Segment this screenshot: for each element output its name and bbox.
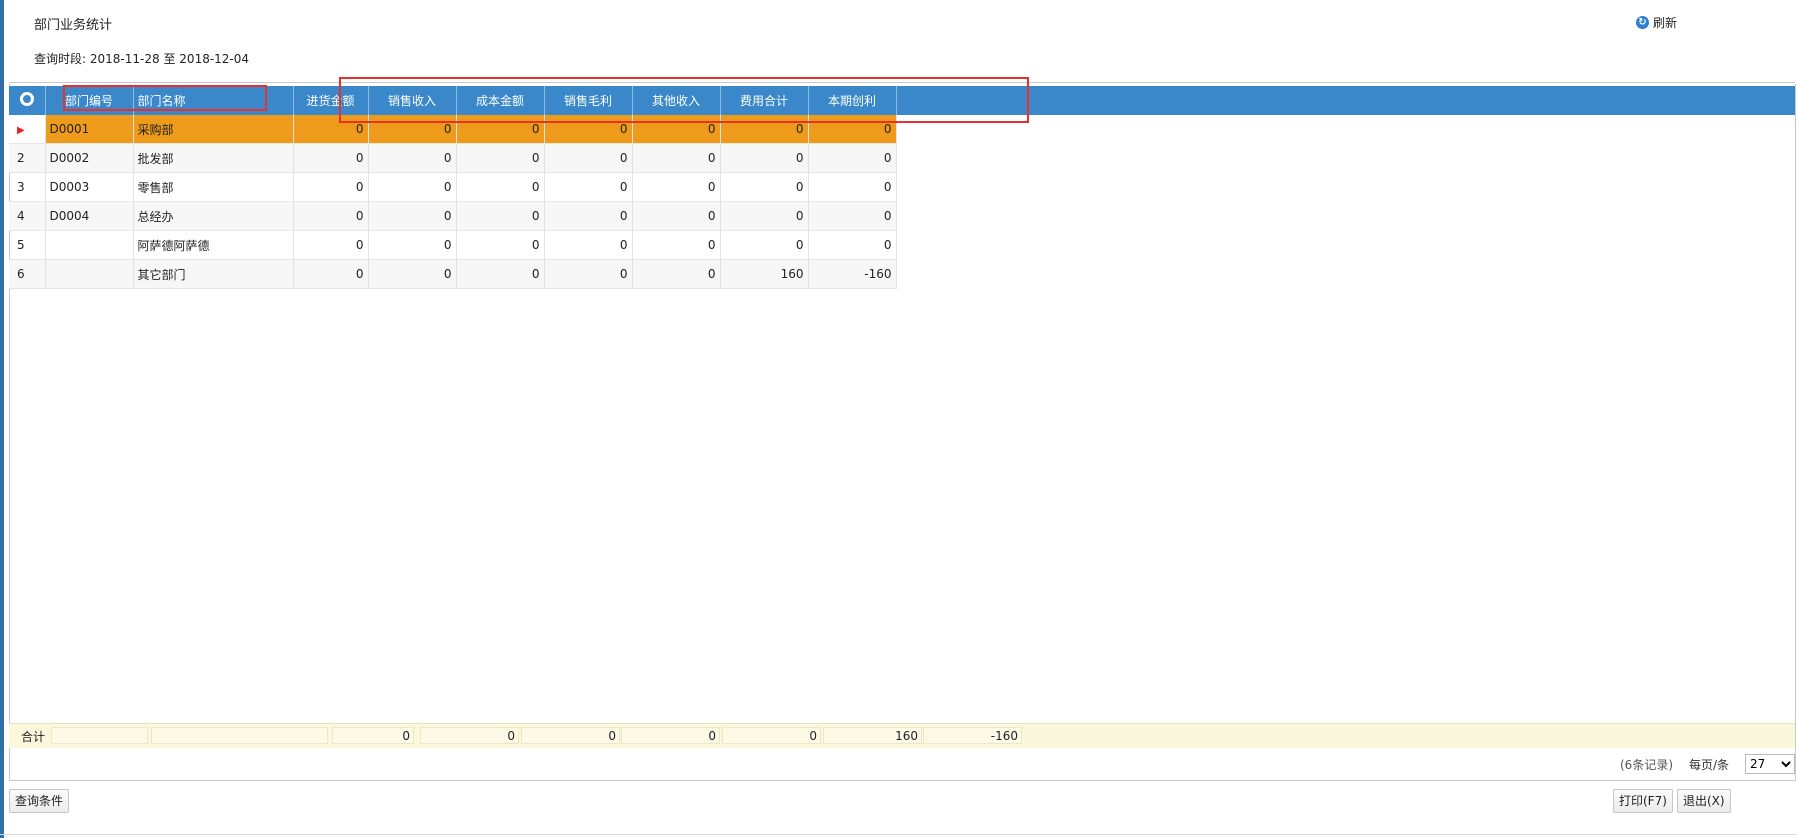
cell-value: 0 [293,201,369,231]
cell-value: 0 [544,230,633,260]
cell-value: 0 [456,259,545,289]
cell-dept-name: 批发部 [133,143,294,173]
cell-value: 0 [368,143,457,173]
cell-value: 0 [293,259,369,289]
cell-value: -160 [808,259,897,289]
per-page-label: 每页/条 [1689,757,1730,772]
totals-cell: 0 [521,727,620,744]
left-edge-strip [0,0,4,838]
cell-value: 0 [808,230,897,260]
totals-cell: 0 [332,727,414,744]
cell-value: 0 [632,230,721,260]
row-number: 4 [9,201,46,231]
column-settings-button[interactable] [9,86,46,115]
row-number: 5 [9,230,46,260]
cell-value: 0 [632,259,721,289]
cell-dept-name: 总经办 [133,201,294,231]
cell-dept-name: 阿萨德阿萨德 [133,230,294,260]
cell-value: 0 [808,172,897,202]
refresh-label: 刷新 [1653,16,1678,30]
cell-value: 0 [632,143,721,173]
totals-cell: 160 [823,727,922,744]
row-number: 3 [9,172,46,202]
record-count: (6条记录) [1620,757,1673,772]
cell-value: 0 [456,230,545,260]
exit-button[interactable]: 退出(X) [1677,789,1731,813]
cell-dept-name: 其它部门 [133,259,294,289]
print-button[interactable]: 打印(F7) [1613,789,1673,813]
cell-value: 0 [544,172,633,202]
cell-dept-name: 零售部 [133,172,294,202]
annotation-box-dept-columns [63,85,267,111]
query-period: 查询时段: 2018-11-28 至 2018-12-04 [34,50,249,67]
refresh-button[interactable]: ↻ 刷新 [1636,14,1677,31]
period-start: 2018-11-28 [89,52,160,66]
row-selector[interactable]: ▶ [9,115,46,144]
cell-value: 0 [456,172,545,202]
cell-value: 0 [544,201,633,231]
table-row[interactable]: 3 D0003 零售部 0 0 0 0 0 0 0 [9,172,897,202]
cell-value: 0 [368,172,457,202]
cell-dept-code: D0003 [45,172,134,202]
period-end: 2018-12-04 [179,52,250,66]
cell-dept-code [45,230,134,260]
cell-value: 0 [293,143,369,173]
period-label: 查询时段: [34,52,87,66]
refresh-icon: ↻ [1636,16,1649,29]
cell-value: 0 [632,201,721,231]
totals-cell-dept-name [151,727,328,744]
cell-dept-code [45,259,134,289]
totals-cell: 0 [621,727,720,744]
cell-value: 0 [632,172,721,202]
totals-label: 合计 [21,730,46,744]
table-row[interactable]: 6 其它部门 0 0 0 0 0 160 -160 [9,259,897,289]
cell-value: 0 [456,201,545,231]
totals-row: 合计 0 0 0 0 0 160 -160 [9,723,1795,748]
table-row[interactable]: 2 D0002 批发部 0 0 0 0 0 0 0 [9,143,897,173]
cell-value: 0 [456,143,545,173]
cell-value: 0 [368,230,457,260]
cell-value: 0 [293,230,369,260]
cell-value: 0 [544,143,633,173]
selected-row-arrow-icon: ▶ [17,125,25,136]
totals-cell: 0 [722,727,821,744]
cell-value: 160 [720,259,809,289]
annotation-box-amount-columns [339,77,1029,123]
totals-cell: -160 [923,727,1022,744]
table-row[interactable]: 4 D0004 总经办 0 0 0 0 0 0 0 [9,201,897,231]
totals-cell: 0 [420,727,519,744]
gear-icon [19,92,34,106]
row-number: 6 [9,259,46,289]
pagination-bar: (6条记录) 每页/条 27 [1620,754,1796,774]
row-number: 2 [9,143,46,173]
cell-value: 0 [720,230,809,260]
cell-dept-code: D0001 [45,115,134,144]
cell-value: 0 [368,201,457,231]
table-row[interactable]: 5 阿萨德阿萨德 0 0 0 0 0 0 0 [9,230,897,260]
cell-value: 0 [368,259,457,289]
totals-cell-dept-code [51,727,148,744]
cell-dept-code: D0002 [45,143,134,173]
cell-value: 0 [720,201,809,231]
cell-value: 0 [544,259,633,289]
bottom-divider [0,834,1797,835]
cell-value: 0 [293,172,369,202]
cell-dept-code: D0004 [45,201,134,231]
cell-value: 0 [720,172,809,202]
cell-value: 0 [720,143,809,173]
query-conditions-button[interactable]: 查询条件 [9,789,70,813]
cell-value: 0 [808,143,897,173]
page-title: 部门业务统计 [34,18,113,33]
cell-value: 0 [808,201,897,231]
per-page-select[interactable]: 27 [1745,754,1796,774]
period-separator: 至 [163,52,176,66]
cell-dept-name: 采购部 [133,115,294,144]
